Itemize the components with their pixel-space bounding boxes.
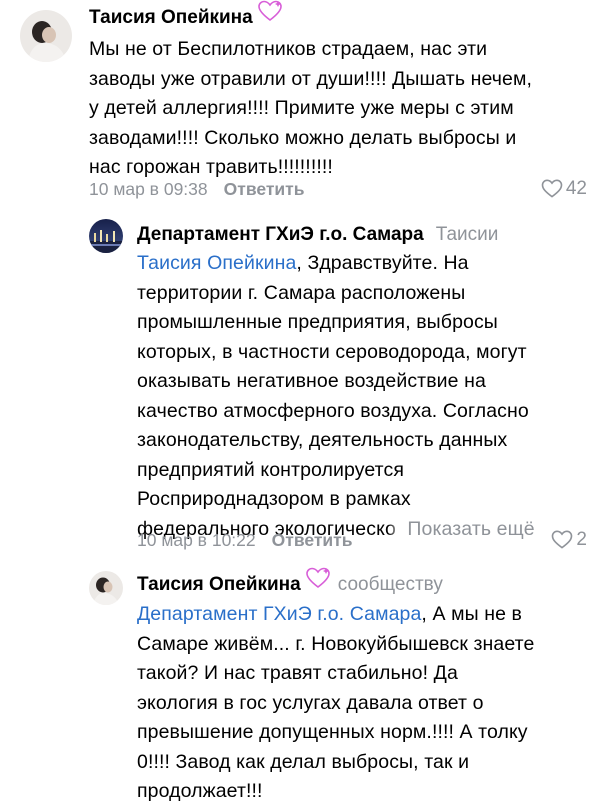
text-line: территории г. Самара расположены — [137, 281, 466, 304]
author-line: Таисия Опейкина сообществу — [137, 568, 443, 599]
text-line: Таисия Опейкина, Здравствуйте. На — [137, 249, 597, 279]
text-line: которых, в частности сероводорода, могут — [137, 340, 527, 363]
avatar[interactable] — [89, 571, 123, 605]
like-count: 2 — [576, 529, 587, 550]
text-line: заводами!!!! Сколько можно делать выброс… — [89, 126, 517, 149]
text-fragment: , Здравствуйте. На — [296, 252, 469, 274]
text-line: законодательству, деятельность данных — [137, 429, 508, 451]
text-line: предприятий контролируется — [137, 458, 404, 481]
comment-text: Таисия Опейкина, Здравствуйте. На террит… — [137, 249, 597, 544]
heart-outline-icon — [541, 179, 563, 198]
text-line: у детей аллергия!!!! Примите уже меры с … — [89, 97, 514, 119]
text-line: такой? И нас травят стабильно! Да — [137, 662, 458, 684]
text-line: превышение допущенных норм.!!!! А толку — [137, 721, 528, 743]
comment-text: Мы не от Беспилотников страдаем, нас эти… — [89, 35, 589, 183]
like-button[interactable]: 42 — [541, 177, 587, 201]
text-line: продолжает!!! — [137, 780, 263, 802]
mention-link[interactable]: Департамент ГХиЭ г.о. Самара — [137, 603, 421, 625]
author-name[interactable]: Таисия Опейкина — [89, 7, 253, 28]
author-line: Таисия Опейкина — [89, 1, 284, 32]
heart-badge-icon — [257, 0, 284, 31]
text-line: качество атмосферного воздуха. Согласно — [137, 399, 529, 422]
like-count: 42 — [565, 178, 587, 199]
comment-date: 10 мар в 10:22 — [137, 530, 256, 550]
text-fade — [387, 515, 402, 538]
avatar[interactable] — [89, 219, 123, 253]
avatar[interactable] — [20, 10, 72, 62]
text-line: оказывать негативное воздействие на — [137, 370, 486, 392]
comment-meta: 10 мар в 10:22 Ответить — [137, 528, 353, 552]
reply-button[interactable]: Ответить — [272, 530, 353, 550]
show-more-link[interactable]: Показать ещё — [407, 518, 534, 540]
text-line: промышленные предприятия, выбросы — [137, 311, 498, 333]
heart-outline-icon — [552, 530, 573, 549]
reply-to-label: сообществу — [337, 574, 443, 595]
comment-date: 10 мар в 09:38 — [89, 179, 208, 199]
mention-link[interactable]: Таисия Опейкина — [137, 252, 296, 274]
reply-to-label: Таисии — [435, 224, 499, 245]
text-line: экология в гос услугах давала ответ о — [137, 691, 484, 714]
text-line: 0!!!! Завод как делал выбросы, так и — [137, 750, 470, 773]
comment-text: Департамент ГХиЭ г.о. Самара, А мы не в … — [137, 600, 597, 807]
author-line: Департамент ГХиЭ г.о. Самара Таисии — [137, 221, 498, 249]
text-line: Самаре живём... г. Новокуйбышевск знаете — [137, 632, 535, 655]
comment-meta: 10 мар в 09:38 Ответить — [89, 177, 305, 201]
text-line: Департамент ГХиЭ г.о. Самара, А мы не в — [137, 600, 597, 630]
like-button[interactable]: 2 — [551, 528, 587, 552]
text-fragment: , А мы не в — [421, 603, 523, 625]
heart-badge-icon — [305, 567, 332, 598]
author-name[interactable]: Департамент ГХиЭ г.о. Самара — [137, 224, 424, 245]
author-name[interactable]: Таисия Опейкина — [137, 574, 301, 595]
text-line: заводы уже отравили от души!!!! Дышать н… — [89, 67, 533, 90]
text-line: Росприроднадзором в рамках — [137, 488, 411, 510]
text-line: Мы не от Беспилотников страдаем, нас эти — [89, 38, 488, 60]
reply-button[interactable]: Ответить — [224, 179, 305, 199]
